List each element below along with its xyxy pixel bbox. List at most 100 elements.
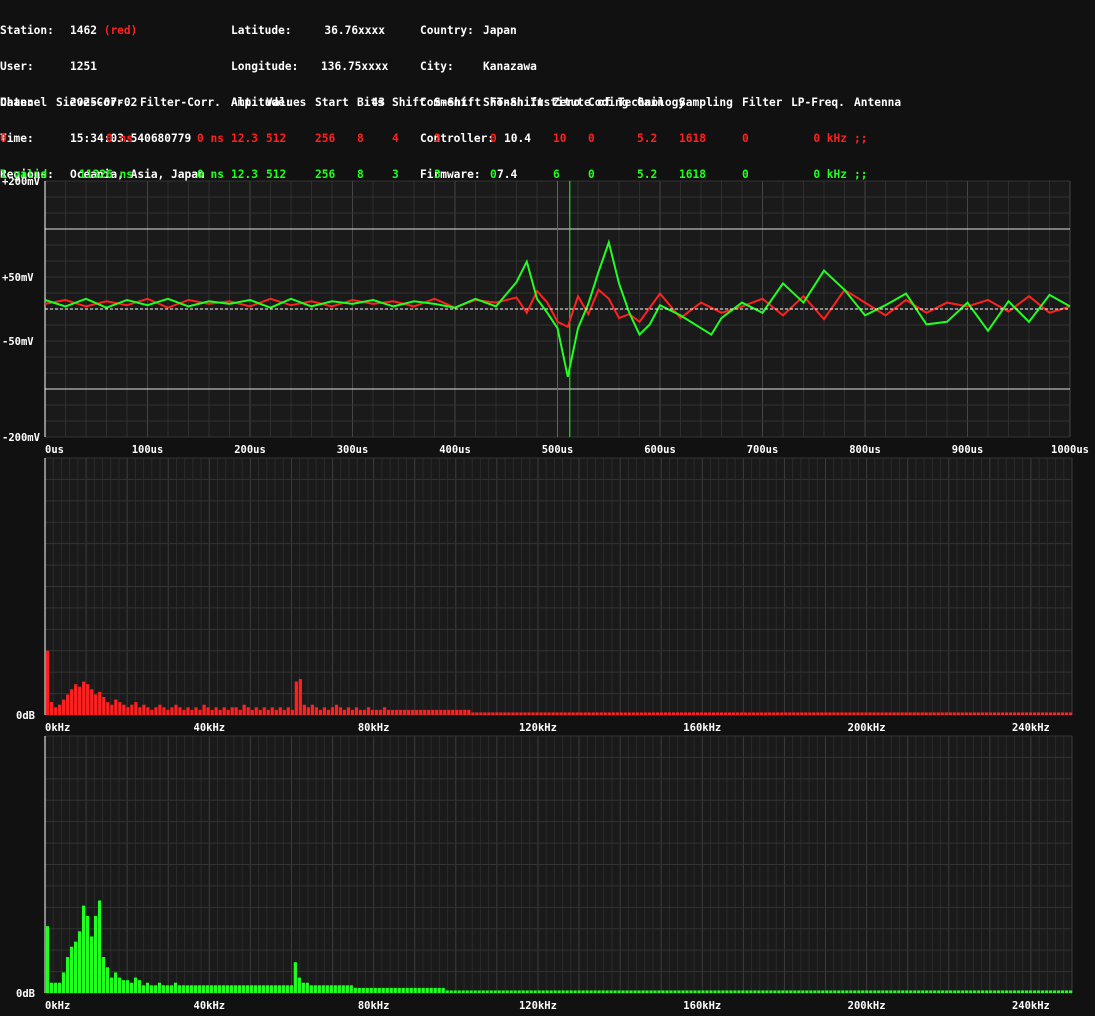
- spectrum-bar: [960, 712, 964, 715]
- spectrum-bar: [723, 712, 728, 715]
- spectrum-bar: [337, 985, 341, 993]
- spectrum-bar: [671, 712, 676, 715]
- longitude-label: Longitude:: [231, 60, 299, 73]
- spectrum-bar: [573, 990, 577, 993]
- spectrum-bar: [928, 712, 932, 715]
- spectrum-bar: [190, 709, 194, 715]
- spectrum-bar: [305, 982, 309, 993]
- spectrum-bar: [844, 712, 848, 715]
- spectrum-bar: [691, 712, 696, 715]
- x-tick-label: 160kHz: [683, 1000, 721, 1012]
- spectrum-bar: [719, 712, 724, 715]
- spectrum-bar: [697, 990, 701, 993]
- spectrum-bar: [58, 704, 62, 715]
- spectrum-bar: [1044, 712, 1049, 715]
- spectrum-bar: [559, 712, 563, 715]
- spectrum-bar: [872, 712, 876, 715]
- spectrum-bar: [109, 977, 114, 993]
- spectrum-bar: [202, 704, 206, 715]
- spectrum-bar: [937, 990, 941, 993]
- spectrum-bar: [341, 985, 345, 993]
- cell-amp: 12.3: [231, 132, 258, 145]
- spectrum-bar: [395, 709, 399, 715]
- country-value: Japan: [483, 24, 517, 37]
- spectrum-bar: [174, 704, 178, 715]
- x-tick-label: 120kHz: [519, 722, 557, 734]
- spectrum-bar: [471, 712, 475, 715]
- spectrum-bar: [451, 709, 455, 715]
- spectrum-bar: [282, 709, 286, 715]
- spectrum-bar: [1012, 712, 1017, 715]
- spectrum-bar: [86, 684, 90, 715]
- spectrum-bar: [142, 704, 146, 715]
- spectrum-bar: [489, 990, 493, 993]
- spectrum-bar: [117, 977, 122, 993]
- spectrum-bar: [330, 707, 335, 715]
- spectrum-bar: [70, 689, 74, 715]
- spectrum-bar: [529, 990, 533, 993]
- spectrum-bar: [286, 707, 290, 715]
- spectrum-bar: [828, 712, 832, 715]
- spectrum-bar: [46, 926, 50, 993]
- spectrum-bar: [525, 990, 529, 993]
- x-tick-label: 0kHz: [45, 1000, 70, 1012]
- x-tick-label: 0kHz: [45, 722, 70, 734]
- spectrum-bar: [784, 712, 788, 715]
- spectrum-bar: [663, 712, 668, 715]
- spectrum-bar: [996, 712, 1000, 715]
- spectrum-bar: [381, 987, 385, 993]
- spectrum-bar: [302, 704, 306, 715]
- spectrum-bar: [661, 990, 665, 993]
- spectrum-bar: [589, 990, 593, 993]
- spectrum-bar: [73, 941, 78, 993]
- spectrum-bar: [925, 990, 929, 993]
- spectrum-bar: [985, 990, 989, 993]
- spectrum-bar: [137, 980, 142, 993]
- spectrum-bar: [475, 712, 479, 715]
- spectrum-bar: [517, 990, 521, 993]
- spectrum-bar: [543, 712, 547, 715]
- spectrum-bar: [377, 987, 381, 993]
- spectrum-bar: [740, 712, 744, 715]
- spectrum-bar: [1032, 712, 1037, 715]
- cell-filter: 0: [742, 132, 749, 145]
- column-header-sieve: Sieve-Corr.: [56, 96, 131, 109]
- spectrum-bar: [189, 985, 194, 993]
- spectrum-bar: [357, 987, 361, 993]
- spectrum-bar: [158, 704, 162, 715]
- spectrum-bar: [547, 712, 551, 715]
- spectrum-bar: [230, 707, 234, 715]
- spectrum-bar: [1056, 712, 1061, 715]
- x-tick-label: 500us: [542, 444, 574, 455]
- spectrum-bar: [888, 712, 892, 715]
- spectrum-bar: [699, 712, 704, 715]
- spectrum-bar: [993, 990, 997, 993]
- x-tick-label: 900us: [952, 444, 984, 455]
- spectrum-bar: [353, 987, 357, 993]
- spectrum-bar: [229, 985, 234, 993]
- spectrum-bar: [1037, 990, 1041, 993]
- x-tick-label: 1000us: [1051, 444, 1089, 455]
- spectrum-bar: [523, 712, 527, 715]
- spectrum-bar: [134, 702, 138, 715]
- spectrum-bar: [801, 990, 805, 993]
- spectrum-bar: [669, 990, 673, 993]
- spectrum-bar: [905, 990, 909, 993]
- column-header-ft-shift: FT-Shift: [490, 96, 544, 109]
- spectrum-bar: [314, 707, 318, 715]
- spectrum-bar: [541, 990, 545, 993]
- spectrum-bar: [101, 957, 106, 993]
- spectrum-bar: [521, 990, 525, 993]
- spectrum-bar: [553, 990, 557, 993]
- spectrum-bar: [772, 712, 776, 715]
- spectrum-bar: [808, 712, 812, 715]
- spectrum-bar: [944, 712, 948, 715]
- spectrum-bar: [310, 704, 314, 715]
- spectrum-bar: [1045, 990, 1049, 993]
- spectrum-bar: [197, 985, 202, 993]
- spectrum-bar: [98, 691, 102, 715]
- x-tick-label: 200kHz: [848, 722, 886, 734]
- spectrum-bar: [637, 990, 641, 993]
- spectrum-bar: [615, 712, 619, 715]
- spectrum-bar: [667, 712, 672, 715]
